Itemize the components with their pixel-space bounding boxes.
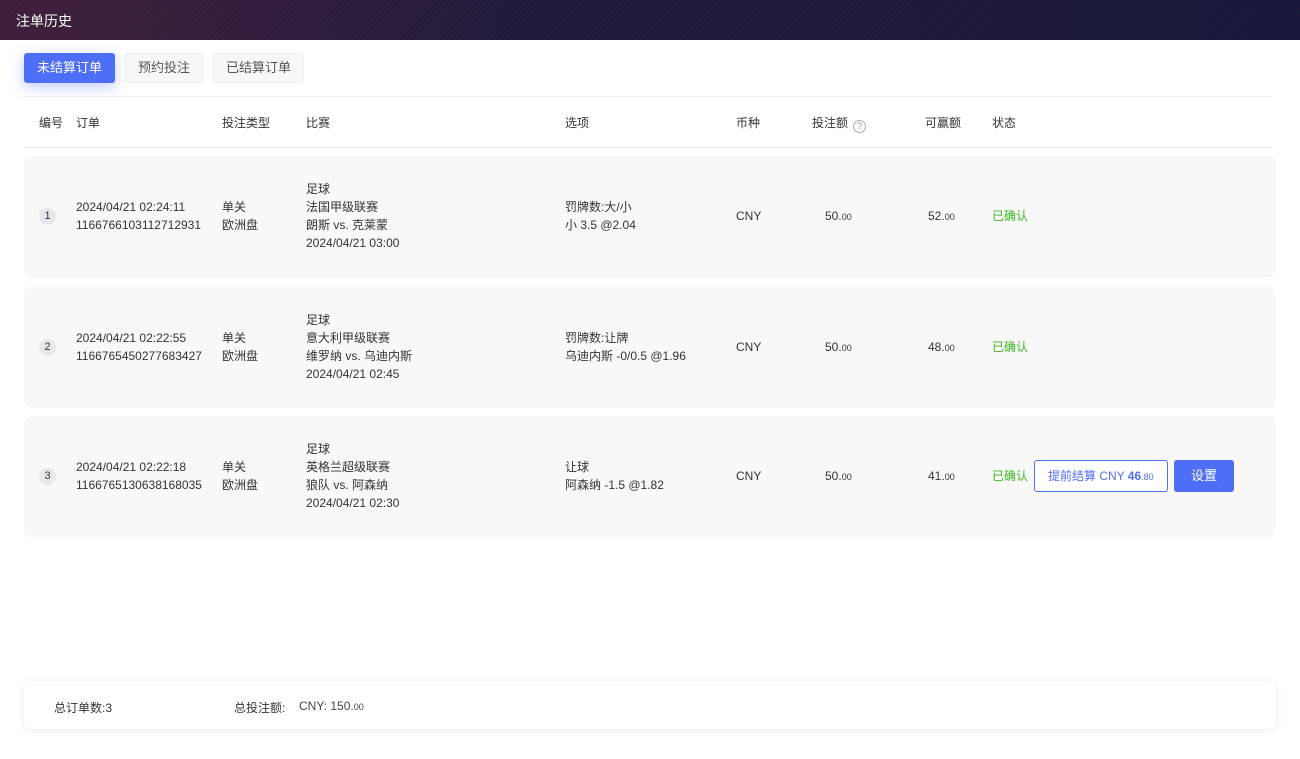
potential-win: 41.00	[928, 467, 955, 486]
odds-type: 欧洲盘	[222, 218, 259, 232]
option-selection: 乌迪内斯 -0/0.5 @1.96	[565, 349, 686, 363]
win-dec: 00	[944, 212, 955, 222]
help-icon[interactable]: ?	[853, 120, 867, 133]
row-number: 3	[39, 468, 56, 485]
stake: 50.00	[825, 467, 852, 486]
win-dec: 00	[944, 343, 955, 353]
odds-type: 欧洲盘	[222, 478, 259, 492]
league: 意大利甲级联赛	[306, 331, 391, 345]
win-int: 48.	[928, 340, 945, 354]
tab-settled[interactable]: 已结算订单	[213, 53, 305, 83]
table-row: 2 2024/04/21 02:22:55 116676545027768342…	[24, 287, 1276, 408]
odds-type: 欧洲盘	[222, 349, 259, 363]
match-time: 2024/04/21 03:00	[306, 236, 400, 250]
page-title: 注单历史	[16, 13, 72, 29]
cash-out-button[interactable]: 提前结算 CNY 46.80	[1034, 460, 1168, 492]
order-time: 2024/04/21 02:24:11	[76, 200, 186, 214]
currency: CNY	[736, 340, 762, 354]
potential-win: 52.00	[928, 207, 955, 226]
option-market: 罚牌数:大/小	[565, 200, 632, 214]
table-row: 3 2024/04/21 02:22:18 116676513063816803…	[24, 416, 1276, 537]
total-stake-label: 总投注额:	[234, 701, 286, 715]
win-int: 41.	[928, 469, 945, 483]
league: 英格兰超级联赛	[306, 460, 391, 474]
stake: 50.00	[825, 338, 852, 357]
settings-button[interactable]: 设置	[1174, 460, 1234, 492]
stake-int: 50.	[825, 469, 842, 483]
tab-reserved[interactable]: 预约投注	[125, 53, 204, 83]
cash-out-label: 提前结算 CNY	[1048, 469, 1128, 483]
stake: 50.00	[825, 207, 852, 226]
league: 法国甲级联赛	[306, 200, 379, 214]
col-type: 投注类型	[222, 116, 271, 130]
cash-out-int: 46	[1127, 469, 1142, 483]
stake-dec: 00	[841, 212, 852, 222]
tab-unsettled[interactable]: 未结算订单	[24, 53, 116, 83]
total-stake-dec: 00	[353, 702, 364, 712]
cash-out-dec: .80	[1141, 472, 1154, 482]
col-option: 选项	[565, 116, 590, 130]
status-badge: 已确认	[992, 209, 1029, 223]
teams: 维罗纳 vs. 乌迪内斯	[306, 349, 413, 363]
sport: 足球	[306, 182, 331, 196]
col-stake-label: 投注额	[812, 116, 849, 130]
bet-type: 单关	[222, 331, 247, 345]
total-orders: 总订单数:3	[54, 701, 113, 715]
col-currency: 币种	[736, 116, 761, 130]
status-badge: 已确认	[992, 469, 1029, 483]
table-header: 编号 订单 投注类型 比赛 选项 币种 投注额? 可赢额 状态	[24, 97, 1272, 148]
sport: 足球	[306, 442, 331, 456]
status-badge: 已确认	[992, 340, 1029, 354]
order-id: 1166766103112712931	[76, 218, 202, 232]
option-selection: 小 3.5 @2.04	[565, 218, 636, 232]
col-status: 状态	[992, 116, 1017, 130]
tab-bar: 未结算订单 预约投注 已结算订单	[24, 53, 305, 83]
potential-win: 48.00	[928, 338, 955, 357]
row-number: 2	[39, 339, 56, 356]
sport: 足球	[306, 313, 331, 327]
col-no: 编号	[39, 116, 64, 130]
teams: 朗斯 vs. 克莱蒙	[306, 218, 389, 232]
win-dec: 00	[944, 472, 955, 482]
order-id: 1166765130638168035	[76, 478, 202, 492]
option-market: 罚牌数:让牌	[565, 331, 629, 345]
stake-dec: 00	[841, 343, 852, 353]
order-id: 1166765450277683427	[76, 349, 202, 363]
col-win: 可赢额	[925, 116, 962, 130]
match-time: 2024/04/21 02:45	[306, 367, 400, 381]
win-int: 52.	[928, 209, 945, 223]
stake-dec: 00	[841, 472, 852, 482]
order-time: 2024/04/21 02:22:18	[76, 460, 187, 474]
stake-int: 50.	[825, 340, 842, 354]
total-stake-value: CNY: 150.00	[299, 699, 364, 713]
currency: CNY	[736, 469, 762, 483]
col-order: 订单	[76, 116, 101, 130]
summary-bar: 总订单数:3 总投注额: CNY: 150.00	[24, 682, 1276, 729]
col-match: 比赛	[306, 116, 331, 130]
match-time: 2024/04/21 02:30	[306, 496, 400, 510]
bet-type: 单关	[222, 200, 247, 214]
order-time: 2024/04/21 02:22:55	[76, 331, 187, 345]
top-bar: 注单历史	[0, 0, 1300, 40]
col-stake: 投注额?	[812, 114, 867, 133]
option-selection: 阿森纳 -1.5 @1.82	[565, 478, 664, 492]
bet-type: 单关	[222, 460, 247, 474]
table-row: 1 2024/04/21 02:24:11 116676610311271293…	[24, 156, 1276, 277]
total-stake-int: CNY: 150.	[299, 699, 354, 713]
row-number: 1	[39, 208, 56, 225]
option-market: 让球	[565, 460, 590, 474]
teams: 狼队 vs. 阿森纳	[306, 478, 389, 492]
currency: CNY	[736, 209, 762, 223]
stake-int: 50.	[825, 209, 842, 223]
